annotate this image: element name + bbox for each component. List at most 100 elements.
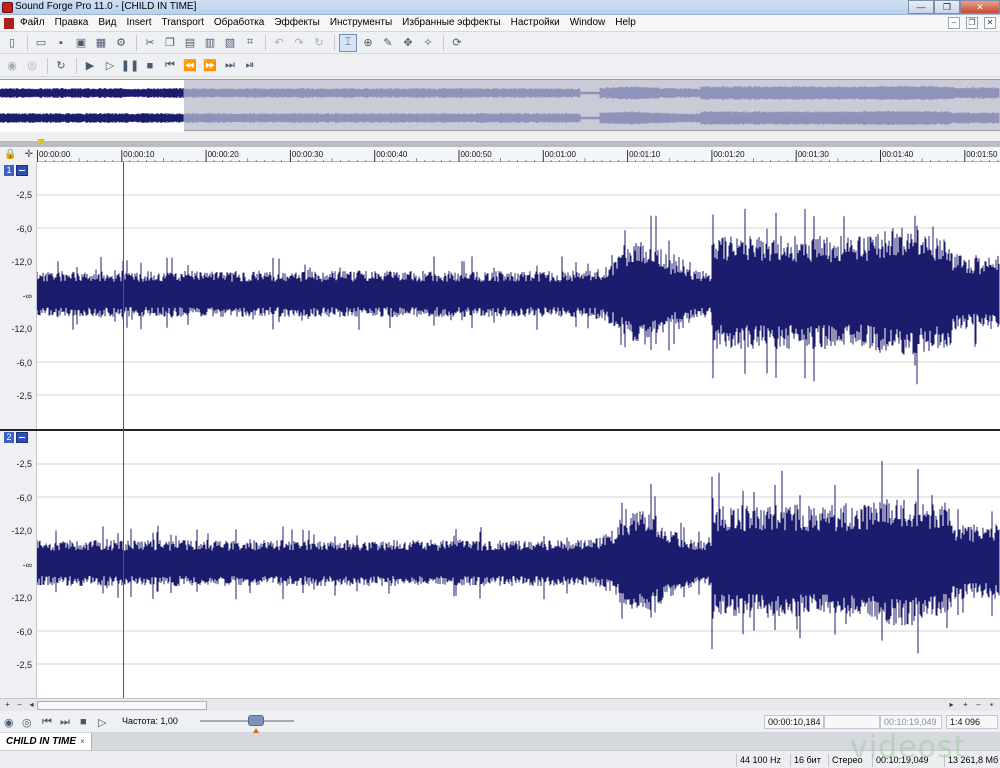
go-to-start-icon[interactable]: ⏮: [161, 57, 179, 75]
zoom-fit-icon[interactable]: ▪: [986, 700, 997, 711]
snap-icon[interactable]: ✛: [25, 149, 33, 160]
time-tick-label: 00:00:30: [292, 150, 324, 159]
waveform-plot: [37, 460, 1000, 665]
record-icon[interactable]: ◉: [3, 57, 21, 75]
minimize-document-button[interactable]: –: [948, 17, 960, 29]
scrollbar-thumb[interactable]: [37, 701, 207, 710]
rewind-icon[interactable]: ⏪: [181, 57, 199, 75]
play-all-icon[interactable]: ▶: [81, 57, 99, 75]
sound-forge-app-icon[interactable]: [2, 2, 13, 13]
time-tick: 00:01:20: [711, 150, 788, 162]
menu-file[interactable]: Файл: [20, 17, 45, 28]
menu-help[interactable]: Help: [615, 17, 636, 28]
document-icon[interactable]: [4, 18, 14, 29]
length-field[interactable]: 00:10:19,049: [880, 715, 942, 729]
skip-end-icon[interactable]: ⏯: [241, 57, 259, 75]
channel-1-waveform[interactable]: [37, 162, 1000, 429]
lock-icon[interactable]: 🔒: [4, 149, 16, 160]
menu-edit[interactable]: Правка: [55, 17, 89, 28]
fast-forward-icon[interactable]: ⏩: [201, 57, 219, 75]
menu-options[interactable]: Настройки: [511, 17, 560, 28]
time-tick: 00:00:00: [37, 150, 114, 162]
cursor-position-field[interactable]: 00:00:10,184: [764, 715, 824, 729]
time-tick: 00:00:10: [121, 150, 198, 162]
stop-icon[interactable]: ■: [80, 716, 87, 728]
document-tab-label: CHILD IN TIME: [6, 736, 76, 747]
scroll-left-icon[interactable]: ◂: [26, 700, 37, 711]
channel-number[interactable]: 2: [4, 432, 14, 443]
edit-tool-icon[interactable]: ⌶: [339, 33, 357, 52]
playback-rate-slider[interactable]: [248, 715, 264, 726]
sample-rate-status[interactable]: 44 100 Hz: [736, 754, 784, 767]
repeat-icon[interactable]: ↻: [310, 34, 328, 52]
start-marker-icon[interactable]: [37, 139, 45, 145]
bit-depth-status[interactable]: 16 бит: [790, 754, 824, 767]
play-icon[interactable]: ▷: [98, 716, 106, 729]
document-tab[interactable]: CHILD IN TIME ×: [0, 733, 92, 750]
overview-bar[interactable]: [0, 79, 1000, 132]
channel-minimize-button[interactable]: [16, 432, 28, 443]
monitor-icon[interactable]: ◎: [22, 716, 32, 729]
render-icon[interactable]: ▦: [92, 34, 110, 52]
close-window-button[interactable]: ✕: [960, 0, 1000, 14]
menu-view[interactable]: Вид: [98, 17, 116, 28]
playback-rate-track[interactable]: [200, 720, 294, 722]
minimize-window-button[interactable]: —: [908, 0, 934, 14]
time-tick: 00:01:00: [542, 150, 620, 162]
go-to-end-icon[interactable]: ⏭: [221, 57, 239, 75]
go-to-end-icon[interactable]: ⏭: [60, 716, 70, 729]
menu-transport[interactable]: Transport: [161, 17, 203, 28]
new-file-icon[interactable]: ▯: [3, 34, 21, 52]
event-tool-icon[interactable]: ✥: [399, 34, 417, 52]
cut-icon[interactable]: ✂: [141, 34, 159, 52]
monitor-icon[interactable]: ◎: [23, 57, 41, 75]
zoom-in-horizontal-icon[interactable]: +: [960, 700, 971, 711]
channel-2-waveform[interactable]: [37, 431, 1000, 698]
menu-effects[interactable]: Эффекты: [274, 17, 319, 28]
horizontal-scrollbar[interactable]: + – ◂ ▸ + – ▪: [0, 698, 1000, 711]
pause-icon[interactable]: ❚❚: [121, 57, 139, 75]
zoom-out-horizontal-icon[interactable]: –: [973, 700, 984, 711]
go-to-start-icon[interactable]: ⏮: [42, 716, 52, 729]
undo-icon[interactable]: ↶: [270, 34, 288, 52]
playback-cursor[interactable]: [123, 162, 124, 698]
zoom-out-icon[interactable]: –: [14, 700, 25, 711]
menu-window[interactable]: Window: [570, 17, 606, 28]
stop-icon[interactable]: ■: [141, 57, 159, 75]
menu-insert[interactable]: Insert: [126, 17, 151, 28]
play-icon[interactable]: ▷: [101, 57, 119, 75]
pencil-tool-icon[interactable]: ✎: [379, 34, 397, 52]
restore-document-button[interactable]: ❐: [966, 17, 978, 29]
mix-icon[interactable]: ▧: [221, 34, 239, 52]
paste-icon[interactable]: ▤: [181, 34, 199, 52]
scroll-right-icon[interactable]: ▸: [946, 700, 957, 711]
menu-favorite-effects[interactable]: Избранные эффекты: [402, 17, 500, 28]
time-ruler[interactable]: 00:00:00 00:00:10 00:00:20 00:00:30 00:00:40…: [37, 147, 1000, 162]
crop-icon[interactable]: ⌗: [241, 34, 259, 52]
close-document-button[interactable]: ✕: [984, 17, 996, 29]
loop-tool-icon[interactable]: ⟳: [448, 34, 466, 52]
close-tab-icon[interactable]: ×: [80, 737, 85, 746]
paste-special-icon[interactable]: ▥: [201, 34, 219, 52]
copy-icon[interactable]: ❐: [161, 34, 179, 52]
save-as-icon[interactable]: ▣: [72, 34, 90, 52]
loop-playback-icon[interactable]: ↻: [52, 57, 70, 75]
save-icon[interactable]: ▪: [52, 34, 70, 52]
record-icon[interactable]: ◉: [4, 716, 14, 729]
selection-field[interactable]: [824, 715, 880, 729]
properties-icon[interactable]: ⚙: [112, 34, 130, 52]
channel-minimize-button[interactable]: [16, 165, 28, 176]
menu-process[interactable]: Обработка: [214, 17, 264, 28]
envelope-tool-icon[interactable]: ✧: [419, 34, 437, 52]
magnify-tool-icon[interactable]: ⊕: [359, 34, 377, 52]
time-tick-label: 00:00:00: [39, 150, 71, 159]
window-title: Sound Forge Pro 11.0 - [CHILD IN TIME]: [15, 1, 197, 12]
open-file-icon[interactable]: ▭: [32, 34, 50, 52]
menu-tools[interactable]: Инструменты: [330, 17, 392, 28]
zoom-ratio-field[interactable]: 1:4 096: [946, 715, 998, 729]
maximize-window-button[interactable]: ❐: [934, 0, 960, 14]
channel-number[interactable]: 1: [4, 165, 14, 176]
time-tick: 00:00:20: [205, 150, 282, 162]
zoom-in-icon[interactable]: +: [2, 700, 13, 711]
redo-icon[interactable]: ↷: [290, 34, 308, 52]
